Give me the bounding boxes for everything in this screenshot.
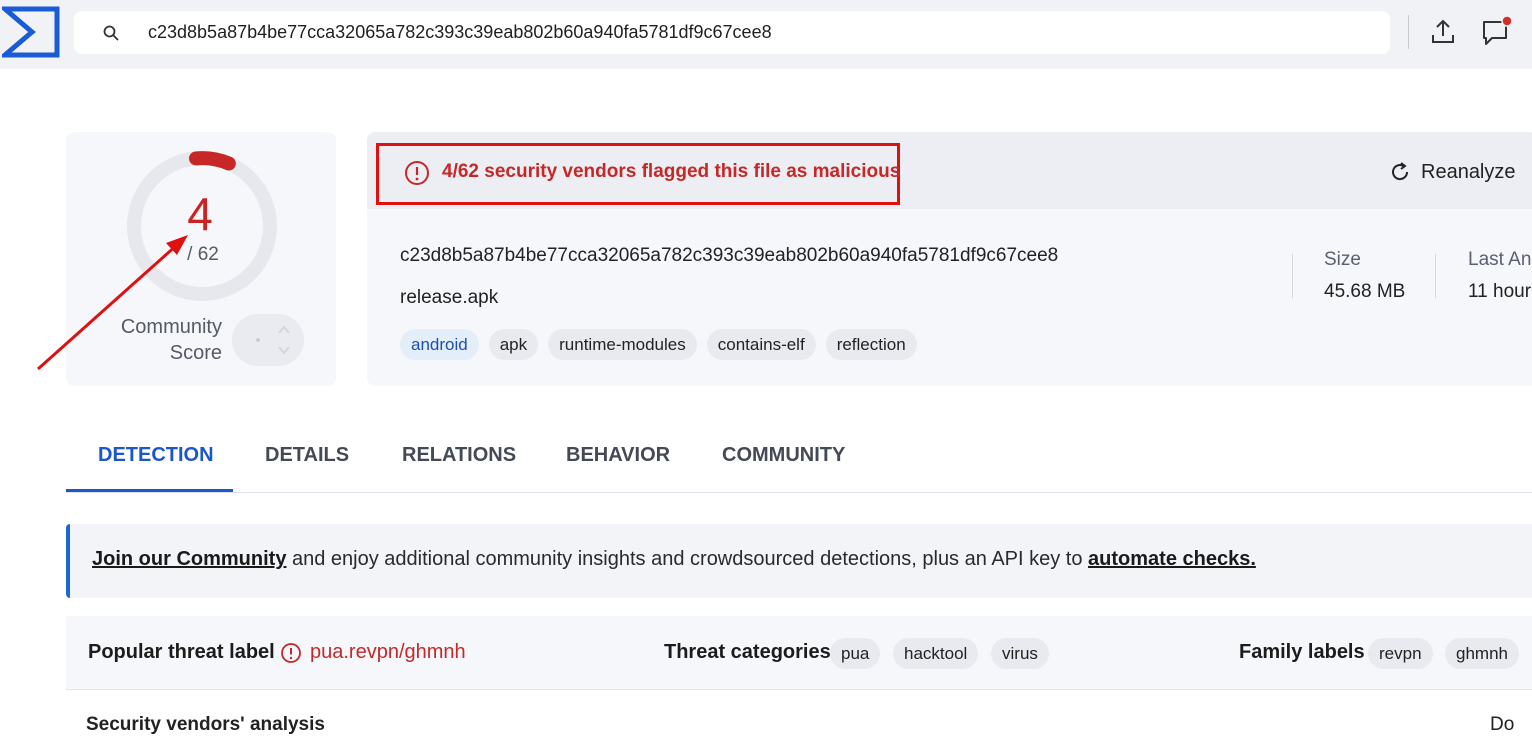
family-labels-label: Family labels — [1239, 641, 1365, 663]
community-score-label: Community Score — [104, 314, 222, 366]
detection-count: 4 — [187, 188, 213, 240]
file-tags: android apk runtime-modules contains-elf ref… — [400, 329, 917, 360]
report-tabs: DETECTION DETAILS RELATIONS BEHAVIOR COM… — [66, 428, 1532, 493]
threat-category-chip[interactable]: pua — [830, 638, 881, 669]
upload-icon[interactable] — [1428, 16, 1458, 48]
last-analysis-value: 11 hour — [1468, 281, 1532, 302]
column-divider — [1292, 254, 1293, 298]
bottom-right-text: Do — [1490, 714, 1515, 735]
tab-community[interactable]: COMMUNITY — [722, 444, 845, 467]
exclamation-circle-icon — [405, 161, 429, 185]
join-community-link[interactable]: Join our Community — [92, 548, 286, 570]
refresh-icon — [1392, 162, 1409, 181]
malicious-alert: 4/62 security vendors flagged this file … — [376, 143, 900, 205]
threat-summary-row: Popular threat label pua.revpn/ghmnh Thr… — [66, 616, 1532, 690]
search-box[interactable] — [74, 11, 1390, 54]
file-summary-card: 4/62 security vendors flagged this file … — [367, 132, 1532, 386]
file-tag[interactable]: apk — [488, 329, 539, 360]
popular-threat-value[interactable]: pua.revpn/ghmnh — [310, 641, 466, 664]
active-tab-indicator — [66, 489, 233, 492]
popular-threat-label: Popular threat label — [88, 641, 275, 663]
file-tag[interactable]: runtime-modules — [548, 329, 697, 360]
detection-gauge-arc — [189, 151, 236, 171]
virustotal-logo[interactable] — [2, 6, 60, 58]
community-banner-text: Join our Community and enjoy additional … — [92, 548, 1256, 571]
vote-arrows-icon — [256, 325, 290, 355]
community-score-label-line1: Community — [120, 316, 222, 338]
family-label-chip[interactable]: revpn — [1368, 638, 1433, 669]
malicious-alert-text: 4/62 security vendors flagged this file … — [442, 161, 901, 182]
search-input[interactable] — [148, 17, 1368, 47]
size-label: Size — [1324, 249, 1361, 270]
threat-category-chip[interactable]: virus — [991, 638, 1049, 669]
summary-header: 4/62 security vendors flagged this file … — [367, 132, 1532, 209]
last-analysis-label: Last An — [1468, 249, 1532, 270]
tab-relations[interactable]: RELATIONS — [402, 444, 516, 467]
feedback-chat-icon[interactable] — [1480, 14, 1514, 48]
banner-middle-text: and enjoy additional community insights … — [286, 548, 1089, 570]
file-hash[interactable]: c23d8b5a87b4be77cca32065a782c393c39eab80… — [400, 245, 1058, 267]
community-score-label-line2: Score — [169, 342, 222, 364]
automate-checks-link[interactable]: automate checks. — [1088, 548, 1256, 570]
threat-categories-label: Threat categories — [664, 641, 831, 663]
community-banner: Join our Community and enjoy additional … — [66, 524, 1532, 598]
file-name: release.apk — [400, 287, 499, 308]
community-score-vote[interactable] — [232, 314, 304, 366]
file-tag[interactable]: reflection — [825, 329, 917, 360]
column-divider — [1435, 254, 1436, 298]
toolbar-divider — [1408, 15, 1409, 49]
threat-category-chip[interactable]: hacktool — [893, 638, 979, 669]
size-value: 45.68 MB — [1324, 281, 1406, 302]
top-bar — [0, 0, 1532, 69]
tab-detection[interactable]: DETECTION — [98, 444, 214, 467]
tab-details[interactable]: DETAILS — [265, 444, 349, 467]
reanalyze-button[interactable]: Reanalyze — [1389, 158, 1516, 186]
reanalyze-label: Reanalyze — [1421, 160, 1516, 183]
file-tag[interactable]: android — [400, 329, 479, 360]
family-label-chip[interactable]: ghmnh — [1445, 638, 1519, 669]
search-icon — [103, 25, 119, 41]
detection-score-card: 4 / 62 Community Score — [66, 132, 336, 386]
detection-total: / 62 — [187, 244, 219, 265]
tab-behavior[interactable]: BEHAVIOR — [566, 444, 670, 467]
exclamation-circle-icon — [281, 643, 301, 663]
file-tag[interactable]: contains-elf — [706, 329, 816, 360]
vendors-analysis-heading: Security vendors' analysis — [86, 714, 325, 735]
